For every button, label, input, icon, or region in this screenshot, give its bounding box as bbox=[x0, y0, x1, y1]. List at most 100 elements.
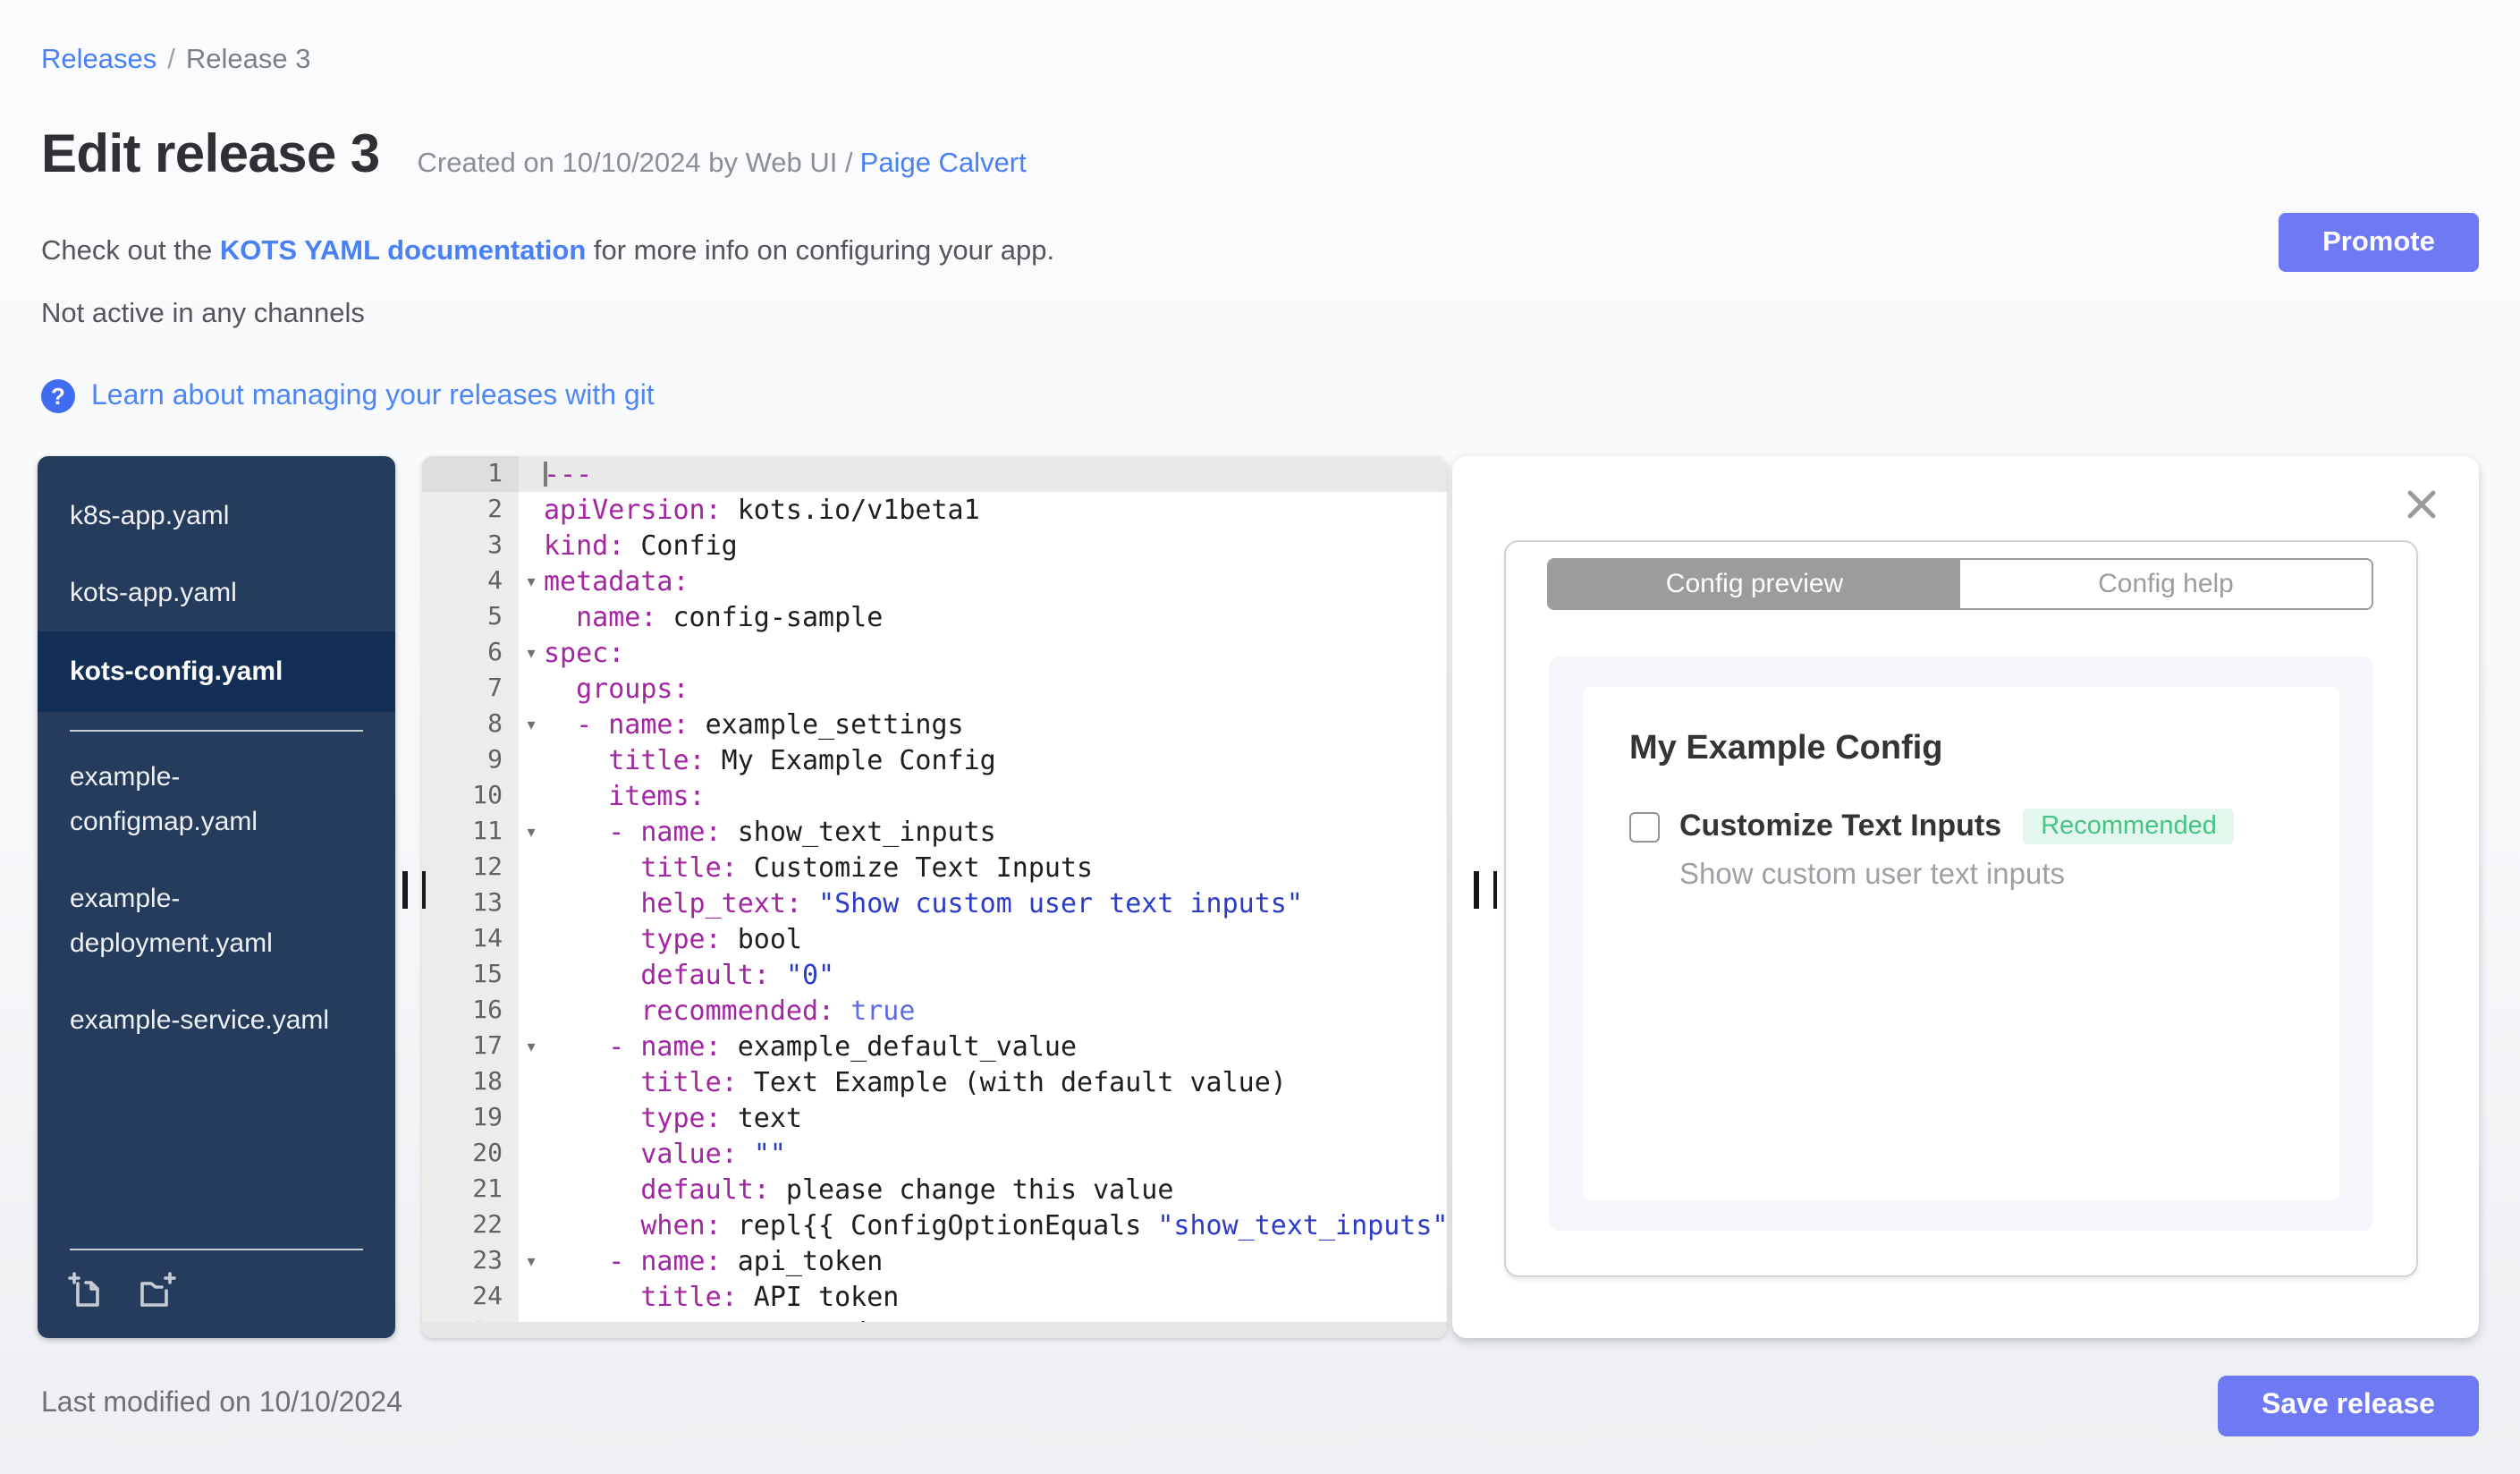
code-text: default: please change this value bbox=[544, 1173, 1174, 1206]
code-line: 15 default: "0" bbox=[422, 957, 1447, 993]
code-text: metadata: bbox=[544, 565, 689, 597]
code-line: 19 type: text bbox=[422, 1100, 1447, 1136]
file-sidebar: k8s-app.yaml kots-app.yaml kots-config.yam… bbox=[38, 456, 395, 1338]
preview-resize-handle[interactable] bbox=[1474, 871, 1497, 909]
code-line: 9 title: My Example Config bbox=[422, 742, 1447, 778]
line-number: 6 bbox=[422, 635, 519, 671]
code-text: kind: Config bbox=[544, 529, 738, 562]
line-number: 13 bbox=[422, 885, 519, 921]
file-list-divider bbox=[70, 730, 363, 732]
code-text: value: "" bbox=[544, 1138, 786, 1170]
code-line: 21 default: please change this value bbox=[422, 1172, 1447, 1207]
code-line: 17 ▾ - name: example_default_value bbox=[422, 1029, 1447, 1064]
file-item[interactable]: example-service.yaml bbox=[38, 982, 395, 1059]
config-preview-panel: Config preview Config help My Example Con… bbox=[1452, 456, 2479, 1338]
fold-arrow-icon[interactable]: ▾ bbox=[519, 1243, 544, 1279]
editor-horizontal-scrollbar[interactable] bbox=[422, 1322, 1447, 1338]
config-item-checkbox[interactable] bbox=[1629, 811, 1660, 842]
code-line: 24 title: API token bbox=[422, 1279, 1447, 1315]
line-number: 16 bbox=[422, 993, 519, 1029]
fold-arrow-icon[interactable]: ▾ bbox=[519, 814, 544, 850]
save-release-button[interactable]: Save release bbox=[2218, 1376, 2479, 1436]
code-text: - name: example_settings bbox=[544, 708, 964, 741]
code-text: items: bbox=[544, 780, 706, 812]
config-item-label: Customize Text Inputs bbox=[1679, 809, 2002, 843]
add-folder-icon[interactable] bbox=[137, 1270, 178, 1309]
page-title: Edit release 3 bbox=[41, 125, 380, 184]
doc-line-suffix: for more info on configuring your app. bbox=[586, 236, 1055, 267]
fold-arrow-icon[interactable]: ▾ bbox=[519, 635, 544, 671]
file-item[interactable]: example-configmap.yaml bbox=[38, 739, 395, 860]
title-row: Edit release 3 Created on 10/10/2024 by … bbox=[41, 125, 1027, 186]
author-link[interactable]: Paige Calvert bbox=[860, 148, 1027, 179]
code-line: 18 title: Text Example (with default val… bbox=[422, 1064, 1447, 1100]
add-file-icon[interactable] bbox=[66, 1270, 106, 1309]
preview-card: Config preview Config help My Example Con… bbox=[1504, 540, 2418, 1277]
line-number: 22 bbox=[422, 1207, 519, 1243]
help-icon[interactable]: ? bbox=[41, 379, 75, 413]
code-text: type: bool bbox=[544, 923, 802, 955]
release-editor-page: Releases / Release 3 Edit release 3 Create… bbox=[0, 0, 2520, 1474]
file-list: k8s-app.yaml kots-app.yaml kots-config.yam… bbox=[38, 478, 395, 1059]
line-number: 10 bbox=[422, 778, 519, 814]
sidebar-resize-handle[interactable] bbox=[402, 871, 426, 909]
tab-config-preview[interactable]: Config preview bbox=[1549, 560, 1960, 608]
code-text: default: "0" bbox=[544, 959, 835, 991]
code-line: 4 ▾ metadata: bbox=[422, 563, 1447, 599]
code-text: help_text: "Show custom user text inputs… bbox=[544, 887, 1303, 919]
line-number: 1 bbox=[422, 456, 519, 492]
fold-arrow-icon[interactable]: ▾ bbox=[519, 707, 544, 742]
git-releases-link[interactable]: Learn about managing your releases with … bbox=[91, 380, 655, 412]
code-line: 10 items: bbox=[422, 778, 1447, 814]
code-text: title: API token bbox=[544, 1281, 900, 1313]
promote-button[interactable]: Promote bbox=[2279, 213, 2479, 272]
code-line: 6 ▾ spec: bbox=[422, 635, 1447, 671]
yaml-code-editor[interactable]: 1 --- 2 apiVersion: kots.io/v1beta1 3 kind: C… bbox=[422, 456, 1447, 1338]
file-item[interactable]: example-deployment.yaml bbox=[38, 860, 395, 982]
file-item[interactable]: k8s-app.yaml bbox=[38, 478, 395, 555]
fold-arrow-icon[interactable]: ▾ bbox=[519, 1029, 544, 1064]
breadcrumb-releases-link[interactable]: Releases bbox=[41, 45, 156, 75]
code-text: type: text bbox=[544, 1102, 802, 1134]
breadcrumb-separator: / bbox=[167, 45, 175, 75]
preview-body: My Example Config Customize Text Inputs … bbox=[1549, 657, 2373, 1231]
code-text: when: repl{{ ConfigOptionEquals "show_te… bbox=[544, 1209, 1447, 1241]
doc-line: Check out the KOTS YAML documentation fo… bbox=[41, 236, 1054, 268]
line-number: 5 bbox=[422, 599, 519, 635]
line-number: 15 bbox=[422, 957, 519, 993]
code-line: 23 ▾ - name: api_token bbox=[422, 1243, 1447, 1279]
line-number: 23 bbox=[422, 1243, 519, 1279]
line-number: 7 bbox=[422, 671, 519, 707]
line-number: 12 bbox=[422, 850, 519, 885]
kots-yaml-docs-link[interactable]: KOTS YAML documentation bbox=[220, 236, 586, 267]
code-line: 12 title: Customize Text Inputs bbox=[422, 850, 1447, 885]
line-number: 24 bbox=[422, 1279, 519, 1315]
close-icon[interactable] bbox=[2404, 487, 2440, 522]
fold-arrow-icon[interactable]: ▾ bbox=[519, 563, 544, 599]
file-item[interactable]: kots-config.yaml bbox=[38, 631, 395, 712]
code-lines: 1 --- 2 apiVersion: kots.io/v1beta1 3 kind: C… bbox=[422, 456, 1447, 1338]
file-item[interactable]: kots-app.yaml bbox=[38, 555, 395, 631]
tab-config-help[interactable]: Config help bbox=[1960, 560, 2372, 608]
code-text: --- bbox=[544, 458, 593, 490]
code-text: groups: bbox=[544, 673, 689, 705]
code-text: - name: api_token bbox=[544, 1245, 884, 1277]
code-text: title: Text Example (with default value) bbox=[544, 1066, 1287, 1098]
git-help-row: ? Learn about managing your releases wit… bbox=[41, 379, 655, 413]
created-info: Created on 10/10/2024 by Web UI / Paige C… bbox=[418, 148, 1027, 181]
sidebar-footer-divider bbox=[70, 1249, 363, 1250]
created-text: Created on 10/10/2024 by Web UI / bbox=[417, 148, 853, 179]
line-number: 20 bbox=[422, 1136, 519, 1172]
